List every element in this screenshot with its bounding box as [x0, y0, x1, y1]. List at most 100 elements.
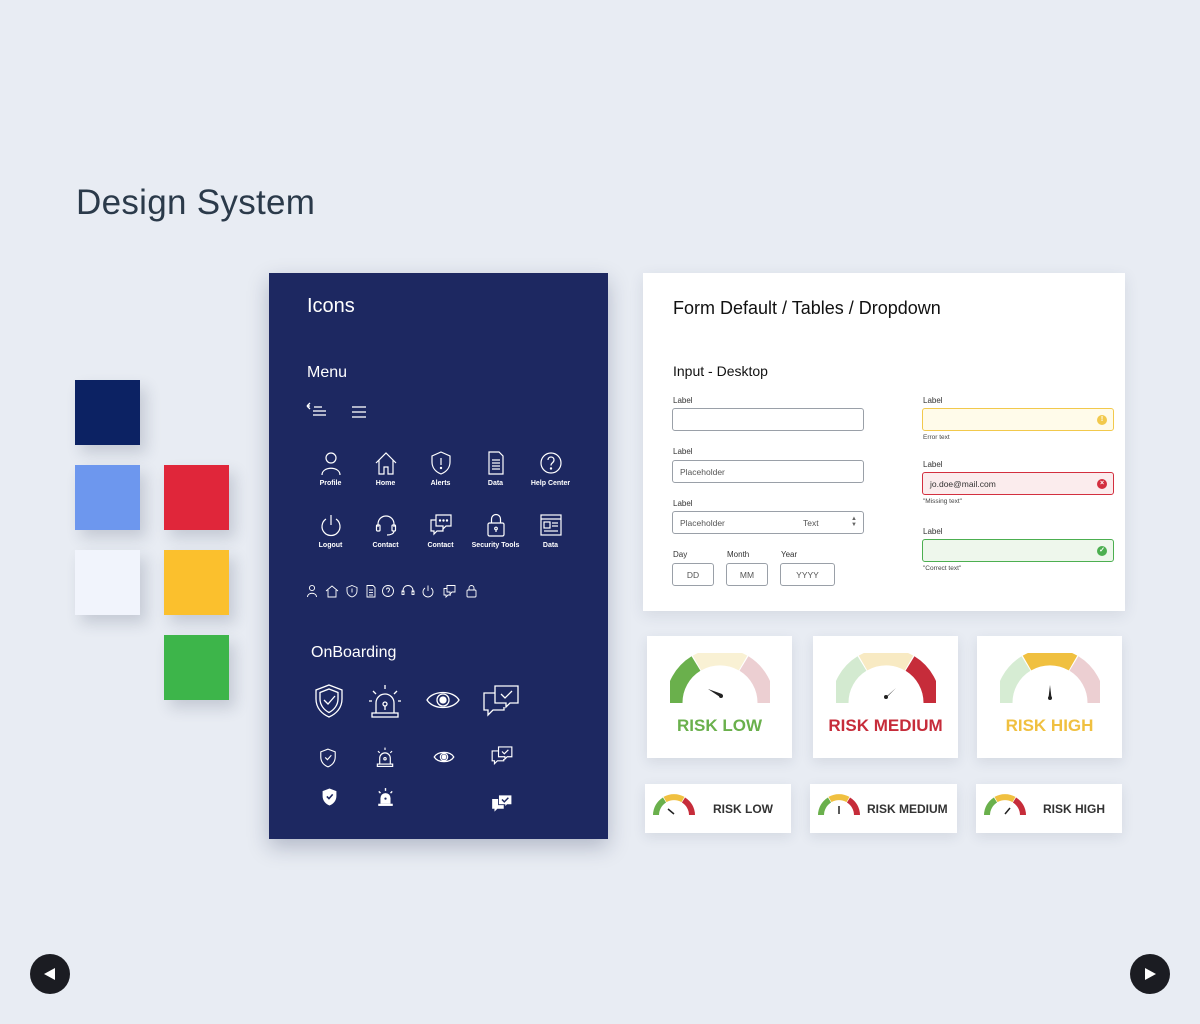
chat-check-icon [491, 745, 513, 765]
warning-note: Error text [923, 434, 950, 441]
gauge-medium-icon [836, 653, 936, 704]
document-icon [487, 451, 504, 475]
input-placeholder: Placeholder [680, 466, 725, 477]
lock-icon [486, 513, 505, 537]
menu-icon[interactable] [351, 405, 369, 419]
risk-label: RISK HIGH [1005, 716, 1094, 735]
chat-icon [443, 585, 456, 598]
menu-item-alerts[interactable]: Alerts [413, 450, 468, 488]
field-label: Label [673, 499, 693, 508]
dropdown-value: Text [803, 517, 819, 528]
arrow-right-icon [1145, 968, 1156, 980]
power-icon [320, 515, 341, 537]
year-input[interactable]: YYYY [780, 563, 835, 586]
onboarding-heading: OnBoarding [311, 644, 397, 661]
gauge-low-icon [670, 653, 770, 704]
menu-collapse-icon[interactable] [306, 402, 328, 420]
month-label: Month [727, 550, 750, 559]
menu-item-label: Data [542, 542, 559, 549]
menu-item-dashboard[interactable]: Data [523, 512, 578, 550]
day-input[interactable]: DD [672, 563, 714, 586]
menu-item-label: Logout [318, 542, 343, 549]
risk-label: RISK MEDIUM [828, 716, 943, 735]
success-input[interactable]: ✓ [922, 539, 1114, 562]
chat-check-icon [482, 683, 520, 717]
risk-card-low: RISK LOW [647, 636, 792, 758]
month-input[interactable]: MM [726, 563, 768, 586]
siren-filled-icon [376, 786, 395, 808]
default-input[interactable] [672, 408, 864, 431]
menu-item-security-tools[interactable]: Security Tools [468, 512, 523, 550]
home-icon [325, 585, 339, 598]
placeholder-input[interactable]: Placeholder [672, 460, 864, 483]
menu-item-contact-chat[interactable]: Contact [413, 512, 468, 550]
risk-chip-low: RISK LOW [645, 784, 791, 833]
swatch-blue [75, 465, 140, 530]
dropdown-placeholder: Placeholder [680, 517, 725, 528]
power-icon [422, 585, 434, 598]
year-placeholder: YYYY [796, 569, 819, 580]
shield-check-filled-icon [321, 787, 338, 807]
menu-item-label: Home [375, 480, 396, 487]
icons-panel: Icons Menu Profile Home Alerts Data Help… [269, 273, 608, 839]
gauge-small-icon [984, 794, 1026, 816]
swatch-green [164, 635, 229, 700]
menu-item-logout[interactable]: Logout [303, 512, 358, 550]
risk-label: RISK MEDIUM [867, 802, 948, 816]
warning-input[interactable]: ! [922, 408, 1114, 431]
risk-card-high: RISK HIGH [977, 636, 1122, 758]
error-note: "Missing text" [923, 498, 962, 505]
risk-chip-medium: RISK MEDIUM [810, 784, 957, 833]
dashboard-icon [539, 514, 562, 536]
swatch-yellow [164, 550, 229, 615]
menu-item-data[interactable]: Data [468, 450, 523, 488]
field-label: Label [923, 396, 943, 405]
prev-button[interactable] [30, 954, 70, 994]
lock-icon [466, 585, 477, 598]
month-placeholder: MM [739, 569, 755, 580]
field-label: Label [923, 527, 943, 536]
error-input[interactable]: jo.doe@mail.com × [922, 472, 1114, 495]
menu-item-contact[interactable]: Contact [358, 512, 413, 550]
shield-check-icon [313, 683, 345, 719]
form-panel-subtitle: Input - Desktop [673, 363, 768, 379]
menu-item-label: Alerts [430, 480, 451, 487]
document-icon [366, 585, 376, 598]
day-label: Day [673, 550, 688, 559]
success-check-icon: ✓ [1097, 546, 1107, 556]
form-panel: Form Default / Tables / Dropdown Input -… [643, 273, 1125, 611]
field-label: Label [673, 447, 693, 456]
menu-item-label: Help Center [530, 480, 571, 487]
menu-item-label: Contact [427, 542, 454, 549]
menu-item-profile[interactable]: Profile [303, 450, 358, 488]
risk-label: RISK LOW [677, 716, 762, 735]
risk-card-medium: RISK MEDIUM [813, 636, 958, 758]
field-label: Label [673, 396, 693, 405]
error-icon: × [1097, 479, 1107, 489]
menu-item-home[interactable]: Home [358, 450, 413, 488]
arrow-left-icon [44, 968, 55, 980]
small-icons-row [306, 584, 481, 598]
user-icon [307, 584, 317, 598]
headset-icon [401, 585, 415, 595]
page-title: Design System [76, 183, 316, 222]
chat-check-filled-icon [491, 793, 513, 813]
next-button[interactable] [1130, 954, 1170, 994]
user-icon [320, 452, 341, 476]
eye-icon [433, 749, 455, 765]
shield-alert-icon [346, 585, 358, 598]
dropdown-select[interactable]: Placeholder Text ▲ ▼ [672, 511, 864, 534]
swatch-navy [75, 380, 140, 445]
home-icon [375, 452, 396, 475]
menu-heading: Menu [307, 364, 348, 381]
menu-item-help-center[interactable]: Help Center [523, 450, 578, 488]
swatch-red [164, 465, 229, 530]
form-panel-title: Form Default / Tables / Dropdown [673, 298, 941, 318]
gauge-high-icon [1000, 653, 1100, 704]
risk-label: RISK LOW [713, 802, 773, 816]
eye-icon [425, 687, 461, 713]
siren-icon [375, 746, 395, 768]
siren-icon [368, 683, 402, 719]
gauge-small-icon [653, 794, 695, 816]
warning-icon: ! [1097, 415, 1107, 425]
